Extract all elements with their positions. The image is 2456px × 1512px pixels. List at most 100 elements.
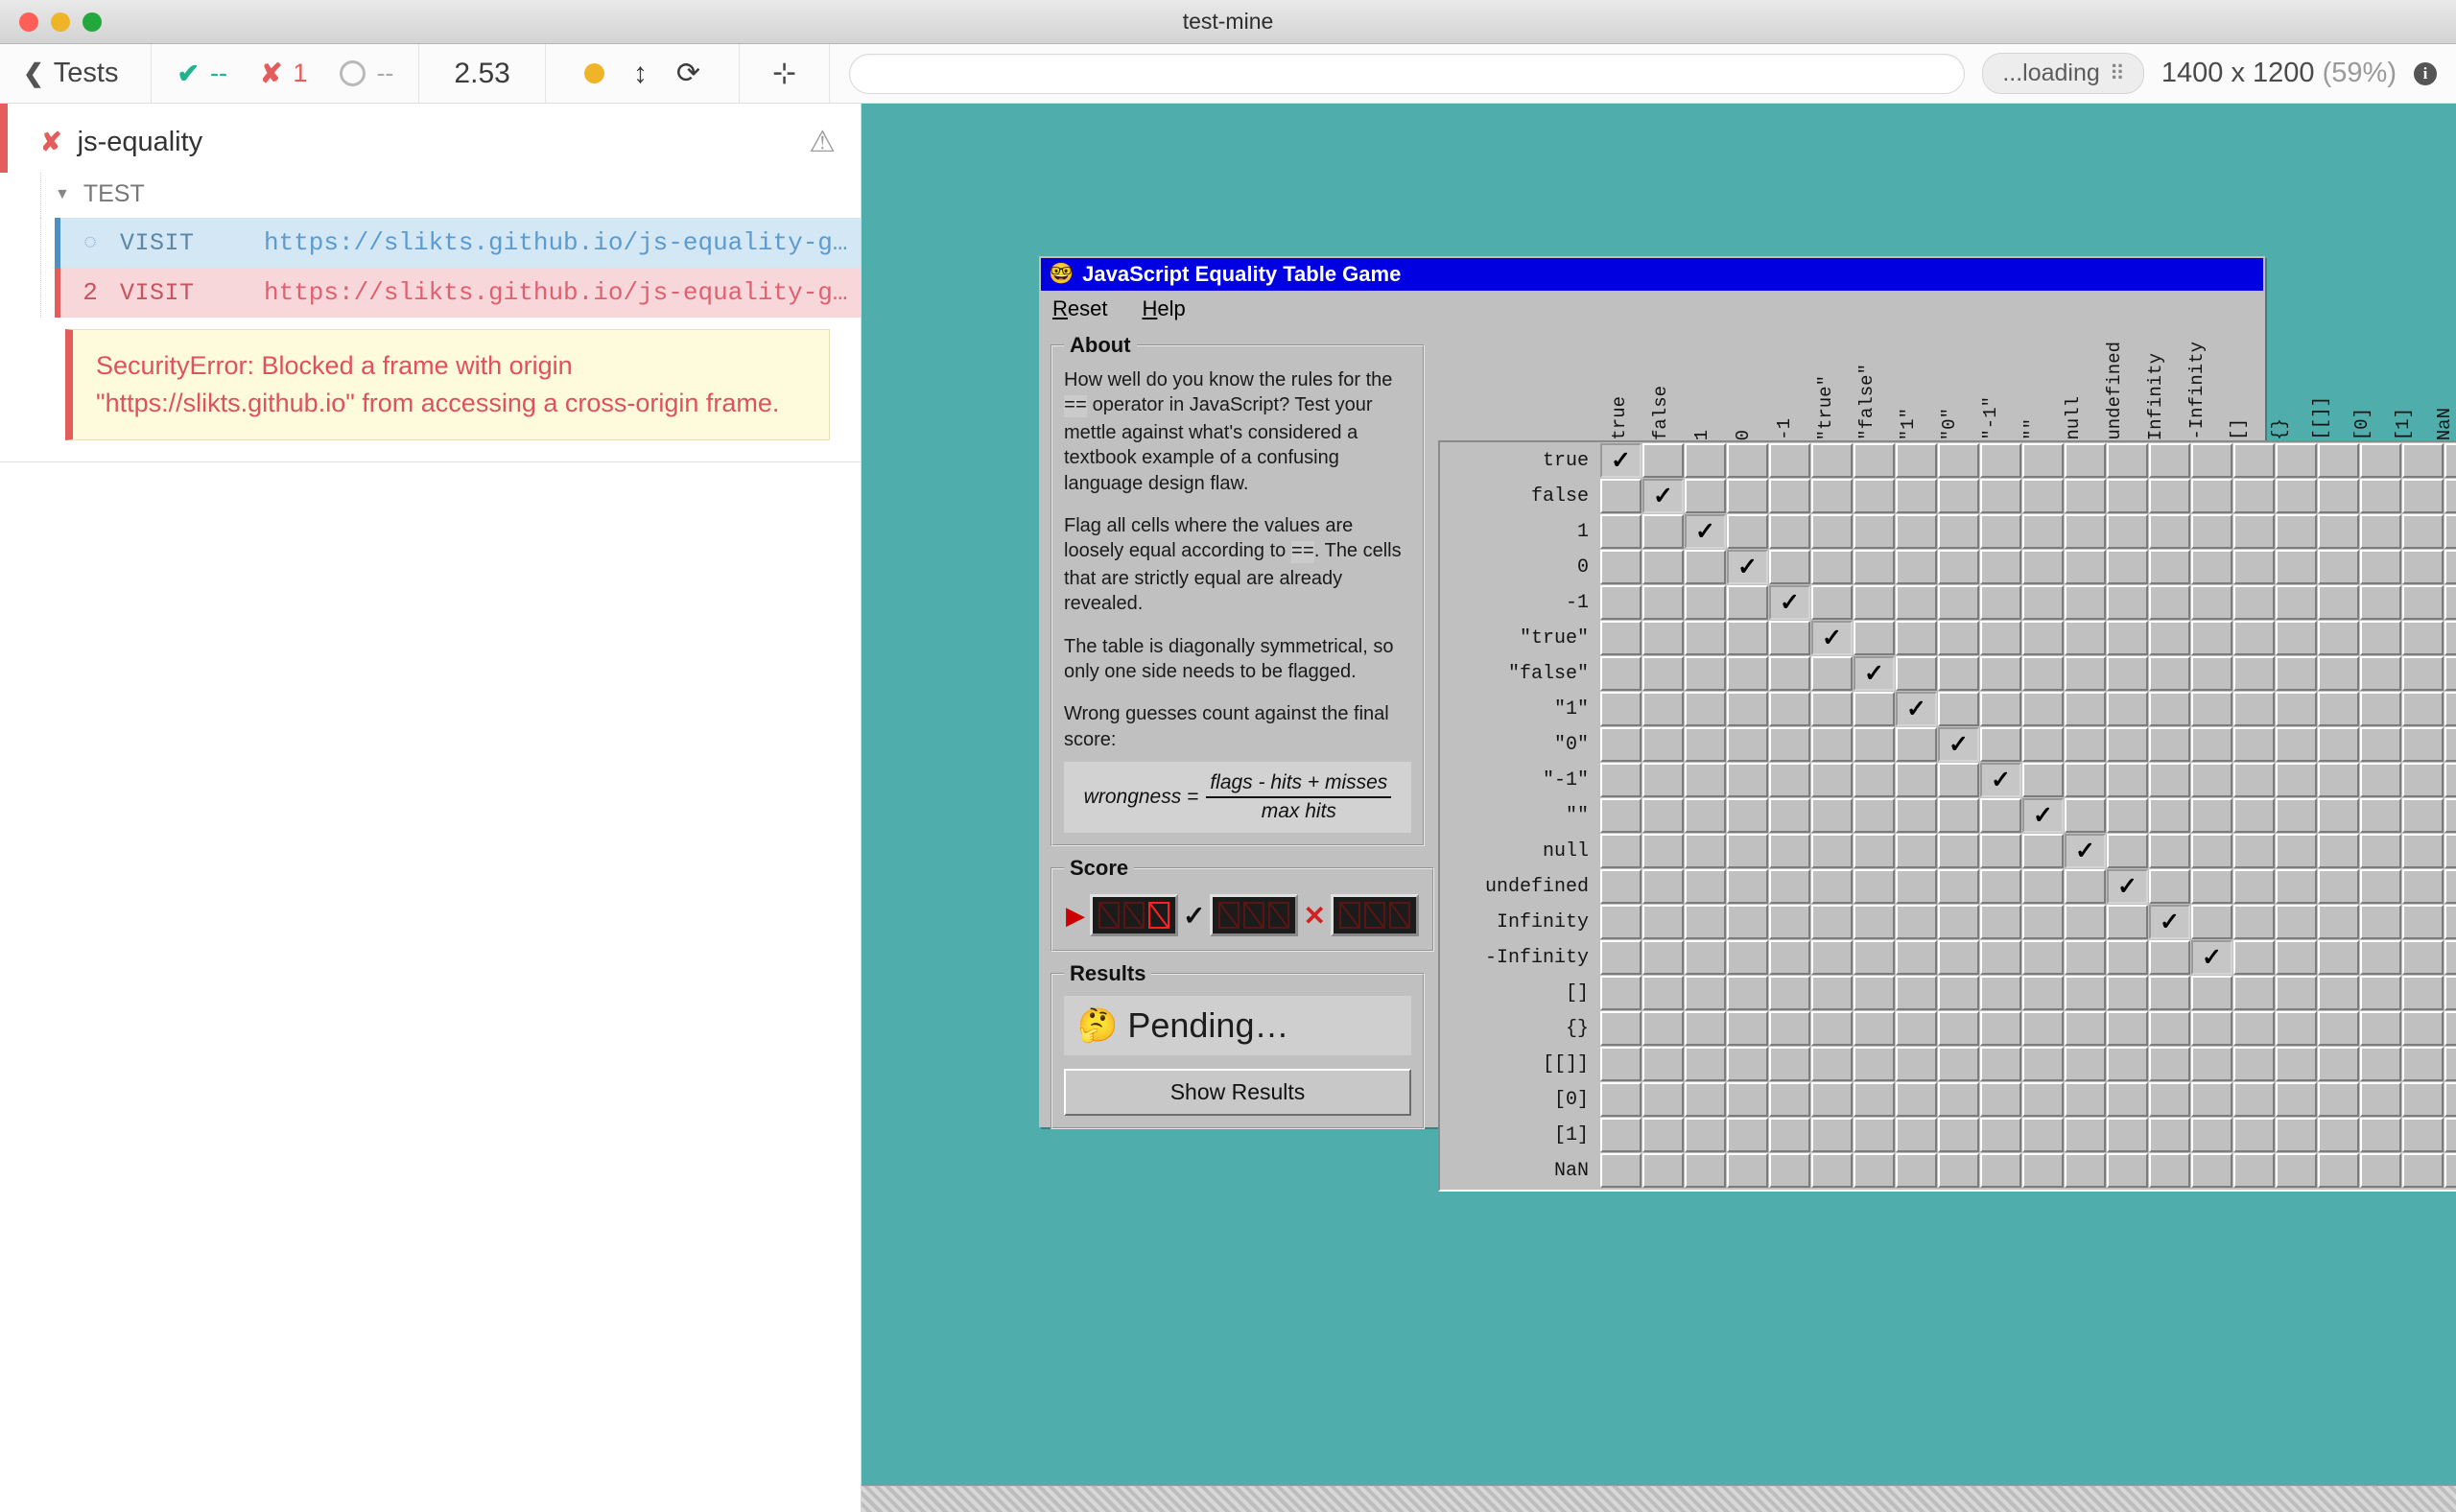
table-cell[interactable]	[1727, 940, 1768, 975]
table-cell[interactable]	[2149, 727, 2190, 762]
table-cell[interactable]	[2022, 1082, 2064, 1117]
table-cell[interactable]	[1769, 550, 1810, 584]
table-cell[interactable]	[1811, 1011, 1853, 1046]
table-cell[interactable]	[2149, 1082, 2190, 1117]
table-cell[interactable]	[1600, 869, 1641, 904]
table-cell[interactable]	[2149, 1011, 2190, 1046]
table-cell[interactable]	[1980, 1082, 2021, 1117]
table-cell[interactable]	[2276, 727, 2317, 762]
table-cell[interactable]	[2107, 443, 2148, 478]
table-cell[interactable]	[2233, 763, 2275, 797]
table-cell[interactable]	[2233, 1118, 2275, 1152]
table-cell[interactable]	[2444, 1082, 2456, 1117]
table-cell[interactable]	[2233, 585, 2275, 620]
table-cell[interactable]	[1896, 869, 1937, 904]
table-cell[interactable]	[2191, 798, 2232, 833]
table-cell[interactable]	[2402, 479, 2444, 513]
table-cell[interactable]	[1854, 940, 1895, 975]
table-cell[interactable]	[2402, 443, 2444, 478]
table-cell[interactable]	[2318, 1082, 2359, 1117]
table-cell[interactable]	[2107, 798, 2148, 833]
table-cell[interactable]	[1980, 940, 2021, 975]
table-cell[interactable]	[1727, 905, 1768, 939]
table-cell[interactable]	[1642, 1047, 1684, 1081]
table-cell[interactable]	[2360, 1118, 2401, 1152]
table-cell[interactable]	[2149, 514, 2190, 549]
table-cell[interactable]	[2065, 976, 2106, 1010]
table-cell[interactable]	[1854, 1153, 1895, 1188]
table-cell[interactable]	[1811, 798, 1853, 833]
table-cell[interactable]	[2233, 443, 2275, 478]
table-cell[interactable]	[2191, 479, 2232, 513]
table-cell[interactable]	[2402, 585, 2444, 620]
table-cell[interactable]	[2149, 656, 2190, 691]
table-cell[interactable]	[1811, 976, 1853, 1010]
table-cell[interactable]	[2065, 1011, 2106, 1046]
table-cell[interactable]	[2318, 727, 2359, 762]
table-cell[interactable]	[1685, 905, 1726, 939]
table-cell[interactable]	[2444, 692, 2456, 726]
table-cell[interactable]	[2276, 763, 2317, 797]
table-cell[interactable]	[1727, 834, 1768, 868]
table-cell[interactable]	[2402, 763, 2444, 797]
table-cell[interactable]	[1811, 905, 1853, 939]
table-cell[interactable]	[2022, 1153, 2064, 1188]
table-cell[interactable]	[2402, 869, 2444, 904]
table-cell[interactable]	[2318, 1118, 2359, 1152]
table-cell[interactable]	[2065, 1153, 2106, 1188]
table-cell[interactable]	[2318, 763, 2359, 797]
table-cell[interactable]	[1854, 1118, 1895, 1152]
table-cell[interactable]	[1854, 834, 1895, 868]
table-cell[interactable]	[2107, 585, 2148, 620]
table-cell[interactable]	[2276, 905, 2317, 939]
table-cell[interactable]	[2402, 1118, 2444, 1152]
table-cell[interactable]	[2022, 976, 2064, 1010]
table-cell[interactable]	[1938, 869, 1979, 904]
table-cell[interactable]	[2191, 1047, 2232, 1081]
table-cell[interactable]	[1600, 479, 1641, 513]
table-cell[interactable]	[1938, 585, 1979, 620]
table-cell[interactable]	[1642, 443, 1684, 478]
table-cell[interactable]	[2022, 585, 2064, 620]
table-cell[interactable]	[1600, 692, 1641, 726]
table-cell[interactable]	[2402, 1047, 2444, 1081]
table-cell[interactable]	[2149, 976, 2190, 1010]
table-cell[interactable]	[2107, 692, 2148, 726]
table-cell[interactable]	[2233, 1153, 2275, 1188]
table-cell[interactable]	[2360, 585, 2401, 620]
table-cell[interactable]	[2276, 1047, 2317, 1081]
table-cell[interactable]	[2065, 869, 2106, 904]
table-cell[interactable]	[2444, 621, 2456, 655]
table-cell[interactable]	[2360, 479, 2401, 513]
table-cell[interactable]	[2444, 869, 2456, 904]
table-cell[interactable]	[1600, 940, 1641, 975]
table-cell[interactable]	[1600, 550, 1641, 584]
table-cell[interactable]	[1896, 656, 1937, 691]
table-cell[interactable]	[2360, 656, 2401, 691]
table-cell[interactable]	[2107, 905, 2148, 939]
table-cell[interactable]	[2233, 621, 2275, 655]
table-cell[interactable]	[2191, 1153, 2232, 1188]
table-cell[interactable]	[2191, 869, 2232, 904]
table-cell[interactable]	[2360, 976, 2401, 1010]
table-cell[interactable]	[1642, 940, 1684, 975]
table-cell[interactable]	[1727, 443, 1768, 478]
table-cell[interactable]	[1980, 905, 2021, 939]
table-cell[interactable]	[1980, 1047, 2021, 1081]
table-cell[interactable]	[2233, 1082, 2275, 1117]
table-cell[interactable]	[1685, 443, 1726, 478]
table-cell[interactable]	[1685, 1011, 1726, 1046]
test-toggle[interactable]: ▼ TEST	[40, 173, 861, 218]
table-cell[interactable]	[1854, 763, 1895, 797]
table-cell[interactable]	[2107, 940, 2148, 975]
table-cell[interactable]	[2233, 479, 2275, 513]
menu-item-help[interactable]: Help	[1142, 296, 1185, 321]
table-cell[interactable]	[1727, 727, 1768, 762]
table-cell[interactable]	[1854, 1082, 1895, 1117]
table-cell[interactable]	[2402, 1082, 2444, 1117]
table-cell[interactable]	[2276, 869, 2317, 904]
table-cell[interactable]	[2276, 834, 2317, 868]
table-cell[interactable]	[1600, 621, 1641, 655]
table-cell[interactable]	[2444, 1118, 2456, 1152]
table-cell[interactable]	[1769, 1011, 1810, 1046]
